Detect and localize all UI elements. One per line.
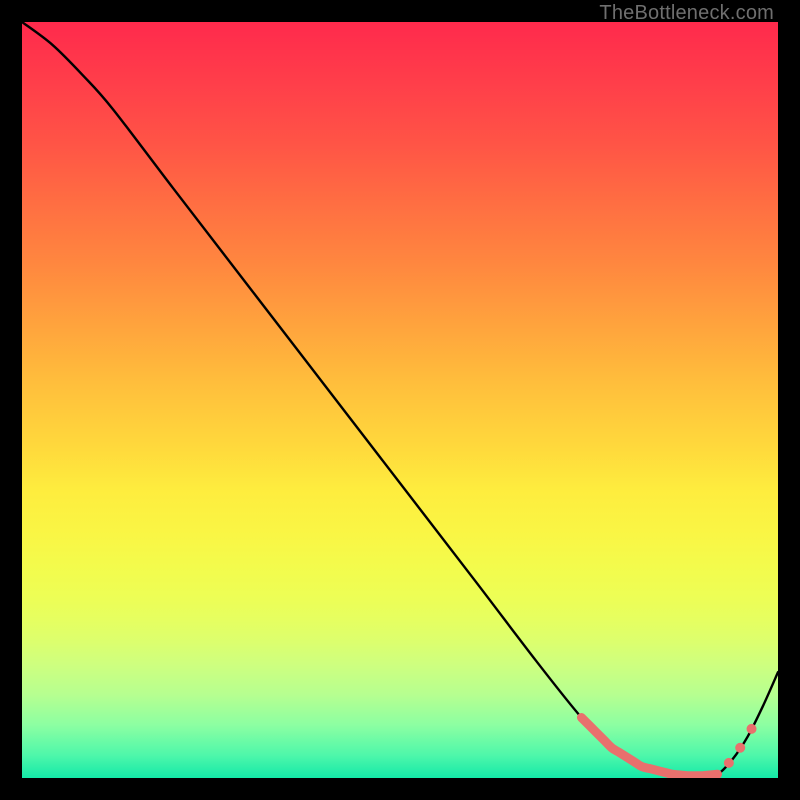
highlight-dot [735, 743, 745, 753]
curve-highlight-segment [581, 718, 717, 776]
chart-frame: TheBottleneck.com [0, 0, 800, 800]
bottleneck-curve [22, 22, 778, 778]
highlight-dot [724, 758, 734, 768]
chart-plot-area [22, 22, 778, 778]
curve-line [22, 22, 778, 776]
highlight-dot [747, 724, 757, 734]
curve-highlight-dots [724, 724, 757, 768]
